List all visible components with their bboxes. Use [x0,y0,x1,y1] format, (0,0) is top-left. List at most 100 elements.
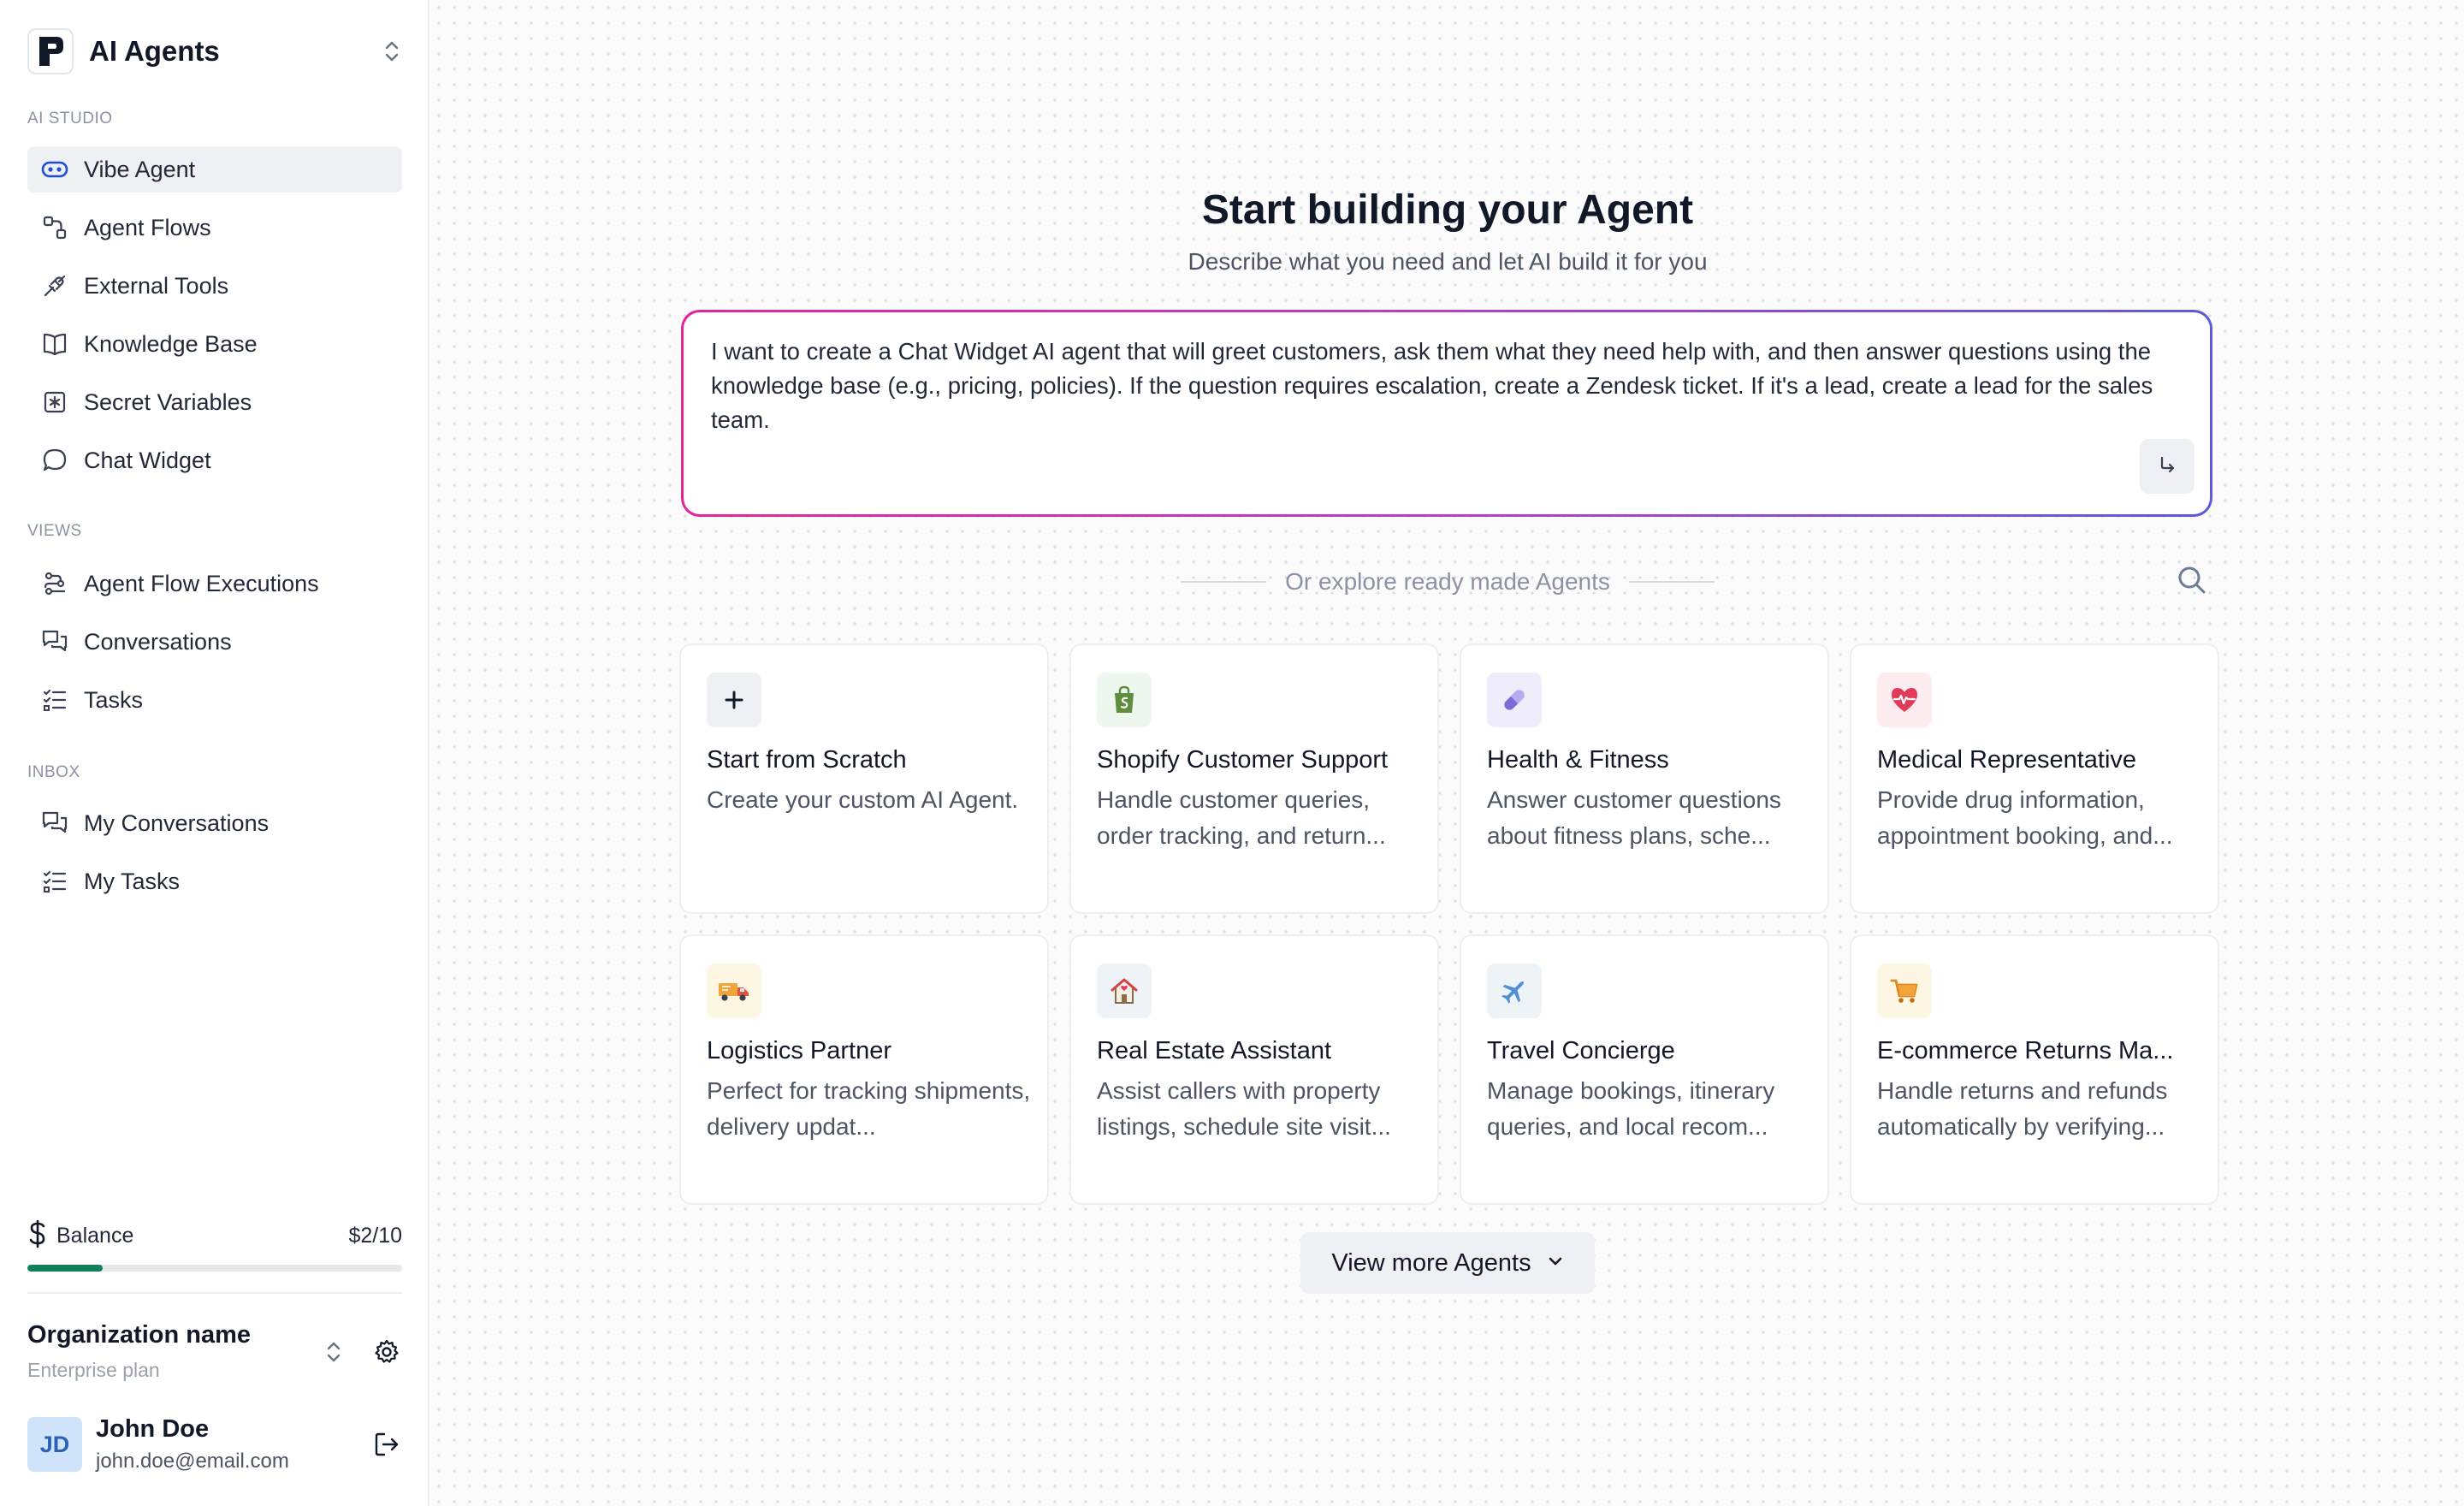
sidebar-item-label: Conversations [84,628,232,655]
agent-card-description: Create your custom AI Agent. [707,786,1019,813]
sidebar-item-knowledge-base[interactable]: Knowledge Base [27,321,402,367]
agent-card-description: Handle returns and refunds automatically… [1877,1077,2168,1140]
search-agents-button[interactable] [2173,563,2211,601]
view-more-agents-label: View more Agents [1331,1248,1531,1277]
logout-icon[interactable] [370,1427,404,1462]
heart-pulse-icon [1877,673,1932,727]
tasks-icon [39,685,70,715]
sidebar-item-chat-widget[interactable]: Chat Widget [27,437,402,483]
agent-card-real-estate-assistant[interactable]: Real Estate Assistant Assist callers wit… [1069,934,1439,1205]
explore-divider: Or explore ready made Agents [431,565,2464,599]
plug-icon [39,270,70,301]
balance-value: $2/10 [348,1223,402,1248]
organization-switcher: Organization name Enterprise plan [27,1318,402,1386]
chevron-down-icon [1547,1255,1564,1272]
submit-prompt-button[interactable] [2140,439,2194,494]
truck-icon [707,963,761,1018]
sidebar-item-label: My Tasks [84,868,181,894]
sidebar-item-conversations[interactable]: Conversations [27,619,402,665]
section-label-inbox: INBOX [27,763,80,781]
tasks-icon [39,866,70,897]
agent-card-description: Answer customer questions about fitness … [1487,786,1781,849]
agent-card-description: Manage bookings, itinerary queries, and … [1487,1077,1775,1140]
house-icon [1097,963,1152,1018]
airplane-icon [1487,963,1542,1018]
organization-name: Organization name [27,1321,252,1349]
balance-progress-fill [27,1265,103,1272]
agent-card-start-from-scratch[interactable]: Start from Scratch Create your custom AI… [679,643,1049,914]
chat-icon [39,445,70,476]
organization-plan: Enterprise plan [27,1359,160,1381]
agent-prompt-input[interactable]: I want to create a Chat Widget AI agent … [711,335,2183,437]
explore-label: Or explore ready made Agents [1285,568,1610,595]
conversations-icon [39,626,70,657]
sidebar: AI Agents AI STUDIO Vibe Agent Agent Flo… [0,0,429,1506]
agent-card-title: E-commerce Returns Ma... [1877,1037,2174,1064]
agent-card-description: Assist callers with property listings, s… [1097,1077,1391,1140]
chevron-up-down-icon[interactable] [380,39,404,63]
agent-card-shopify-customer-support[interactable]: Shopify Customer Support Handle customer… [1069,643,1439,914]
agent-card-medical-representative[interactable]: Medical Representative Provide drug info… [1850,643,2219,914]
sidebar-item-label: Tasks [84,686,144,713]
executions-icon [39,568,70,599]
balance-row: Balance $2/10 [27,1218,402,1253]
divider-line [1181,581,1267,583]
enter-arrow-icon [2157,454,2177,479]
sidebar-item-my-conversations[interactable]: My Conversations [27,800,402,846]
sidebar-item-agent-flow-executions[interactable]: Agent Flow Executions [27,560,402,607]
app-title: AI Agents [89,35,220,67]
sidebar-item-my-tasks[interactable]: My Tasks [27,858,402,904]
vibe-agent-icon [39,154,70,185]
agent-card-title: Logistics Partner [707,1037,891,1064]
cart-icon [1877,963,1932,1018]
sidebar-item-secret-variables[interactable]: Secret Variables [27,379,402,425]
sidebar-item-label: Secret Variables [84,388,252,415]
sidebar-item-external-tools[interactable]: External Tools [27,263,402,309]
sidebar-item-label: Agent Flow Executions [84,570,319,596]
section-label-ai-studio: AI STUDIO [27,110,113,127]
secret-icon [39,387,70,418]
chevron-up-down-icon[interactable] [318,1337,349,1367]
agent-card-logistics-partner[interactable]: Logistics Partner Perfect for tracking s… [679,934,1049,1205]
balance-label: Balance [56,1223,134,1248]
conversations-icon [39,808,70,839]
plus-icon [707,673,761,727]
user-name: John Doe [96,1415,210,1443]
divider [27,1292,402,1294]
agent-card-title: Medical Representative [1877,746,2137,774]
agent-prompt-box: I want to create a Chat Widget AI agent … [681,310,2212,517]
sidebar-item-tasks[interactable]: Tasks [27,677,402,723]
sidebar-item-label: My Conversations [84,809,270,836]
gear-icon[interactable] [370,1335,404,1369]
agent-card-ecommerce-returns[interactable]: E-commerce Returns Ma... Handle returns … [1850,934,2219,1205]
sidebar-item-vibe-agent[interactable]: Vibe Agent [27,146,402,193]
sidebar-item-label: Vibe Agent [84,156,196,182]
workspace-switcher[interactable]: AI Agents [27,27,404,75]
shopify-bag-icon [1097,673,1152,727]
page-subtitle: Describe what you need and let AI build … [1188,248,1708,275]
view-more-agents-button[interactable]: View more Agents [1300,1232,1595,1294]
divider-line [1628,581,1715,583]
app-logo-icon [27,28,74,74]
sidebar-item-agent-flows[interactable]: Agent Flows [27,205,402,251]
agent-card-description: Handle customer queries, order tracking,… [1097,786,1386,849]
user-profile: JD John Doe john.doe@email.com [27,1415,402,1475]
agent-card-title: Start from Scratch [707,746,907,774]
page-title: Start building your Agent [1201,187,1694,233]
sidebar-item-label: External Tools [84,272,229,299]
agent-card-title: Travel Concierge [1487,1037,1675,1064]
main-content: Start building your Agent Describe what … [431,0,2464,1506]
agent-card-title: Shopify Customer Support [1097,746,1389,774]
agent-card-travel-concierge[interactable]: Travel Concierge Manage bookings, itiner… [1460,934,1829,1205]
balance-progress-bar [27,1265,402,1272]
sidebar-item-label: Agent Flows [84,214,211,240]
agent-card-title: Health & Fitness [1487,746,1669,774]
sidebar-item-label: Knowledge Base [84,330,258,357]
pill-icon [1487,673,1542,727]
avatar[interactable]: JD [27,1417,82,1472]
agent-card-health-fitness[interactable]: Health & Fitness Answer customer questio… [1460,643,1829,914]
sidebar-item-label: Chat Widget [84,447,211,473]
agent-card-description: Perfect for tracking shipments, delivery… [707,1077,1031,1140]
dollar-icon [27,1219,48,1253]
agent-card-description: Provide drug information, appointment bo… [1877,786,2173,849]
